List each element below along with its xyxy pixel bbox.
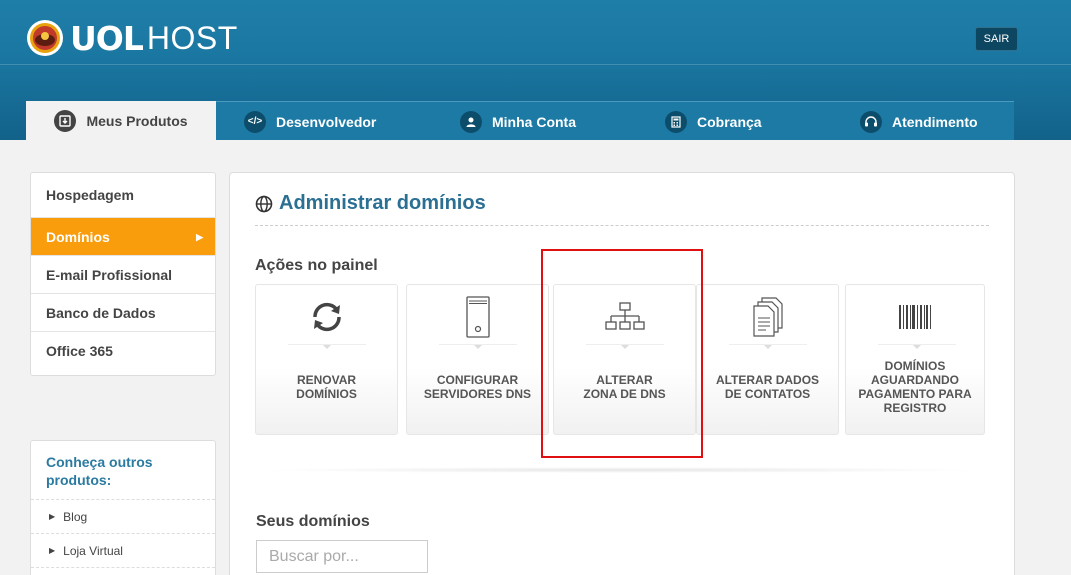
tab-label: Cobrança (697, 113, 762, 130)
sidebar-item-label: Hospedagem (46, 187, 134, 203)
page-title-text: Administrar domínios (279, 192, 486, 214)
sidebar-item-banco-de-dados[interactable]: Banco de Dados (31, 294, 215, 332)
sidebar-item-label: Banco de Dados (46, 304, 156, 321)
action-label: ALTERAR DADOS DE CONTATOS (715, 373, 820, 401)
tab-minha-conta[interactable]: Minha Conta (460, 102, 576, 141)
sidebar-item-label: E-mail Profissional (46, 266, 173, 283)
tab-atendimento[interactable]: Atendimento (860, 102, 978, 141)
uol-logo-icon (27, 20, 63, 56)
logout-button[interactable]: SAIR (975, 27, 1018, 51)
globe-icon (255, 195, 273, 212)
triangle-right-icon: ▶ (49, 546, 56, 555)
logo-host-text: HOST (146, 19, 238, 56)
action-alterar-dados-contatos[interactable]: ALTERAR DADOS DE CONTATOS (696, 284, 839, 435)
sidebar-item-office-365[interactable]: Office 365 (31, 332, 215, 370)
download-box-icon (54, 110, 77, 132)
other-product-label: Blog (63, 509, 88, 524)
domain-search-input[interactable] (256, 540, 428, 573)
action-configurar-servidores-dns[interactable]: CONFIGURAR SERVIDORES DNS (406, 284, 549, 435)
action-dominios-aguardando-pagamento[interactable]: DOMÍNIOS AGUARDANDO PAGAMENTO PARA REGIS… (845, 284, 985, 435)
uol-host-logo[interactable]: UOL HOST (26, 18, 238, 58)
tab-cobranca[interactable]: Cobrança (665, 102, 762, 141)
section-shadow-divider (260, 467, 980, 473)
tab-label: Minha Conta (492, 113, 576, 130)
sidebar-item-label: Domínios (46, 228, 110, 245)
user-icon (460, 110, 482, 133)
your-domains-title: Seus domínios (256, 513, 370, 530)
other-products-title: Conheça outros produtos: (31, 441, 215, 500)
card-divider (288, 344, 366, 349)
headset-icon (860, 110, 882, 133)
server-icon (456, 295, 500, 339)
sidebar-item-dominios[interactable]: Domínios ▶ (31, 218, 215, 256)
other-products-panel: Conheça outros produtos: ▶ Blog ▶ Loja V… (30, 440, 216, 575)
logo-uol-text: UOL (70, 18, 144, 58)
action-renovar-dominios[interactable]: RENOVAR DOMÍNIOS (255, 284, 398, 435)
action-label: RENOVAR DOMÍNIOS (296, 373, 357, 401)
tab-label: Desenvolvedor (276, 113, 377, 130)
chevron-right-icon: ▶ (196, 232, 203, 242)
other-product-loja-virtual[interactable]: ▶ Loja Virtual (31, 534, 215, 568)
code-icon: </> (244, 110, 266, 133)
highlight-box (541, 249, 703, 458)
card-divider (439, 344, 517, 349)
other-product-blog[interactable]: ▶ Blog (31, 500, 215, 534)
barcode-icon (893, 295, 937, 339)
products-sidebar: Hospedagem Domínios ▶ E-mail Profissiona… (30, 172, 216, 376)
sidebar-item-email-profissional[interactable]: E-mail Profissional (31, 256, 215, 294)
triangle-right-icon: ▶ (49, 512, 56, 521)
title-divider (255, 225, 989, 226)
tab-desenvolvedor[interactable]: </> Desenvolvedor (244, 102, 376, 141)
header-divider (0, 64, 1071, 65)
calculator-icon (665, 110, 687, 133)
actions-section-title: Ações no painel (255, 257, 378, 274)
page-title: Administrar domínios (255, 192, 486, 215)
refresh-icon (305, 295, 349, 339)
card-divider (729, 344, 807, 349)
card-divider (878, 344, 956, 349)
tab-meus-produtos[interactable]: Meus Produtos (26, 101, 216, 141)
sidebar-item-hospedagem[interactable]: Hospedagem (31, 173, 215, 218)
tab-label: Meus Produtos (86, 113, 188, 129)
main-nav: Meus Produtos </> Desenvolvedor Minha Co… (26, 101, 1014, 141)
action-label: CONFIGURAR SERVIDORES DNS (423, 373, 532, 401)
sidebar-item-label: Office 365 (46, 343, 113, 359)
other-product-label: Loja Virtual (63, 543, 123, 558)
action-label: DOMÍNIOS AGUARDANDO PAGAMENTO PARA REGIS… (858, 359, 972, 415)
documents-icon (746, 295, 790, 339)
tab-label: Atendimento (892, 113, 978, 130)
